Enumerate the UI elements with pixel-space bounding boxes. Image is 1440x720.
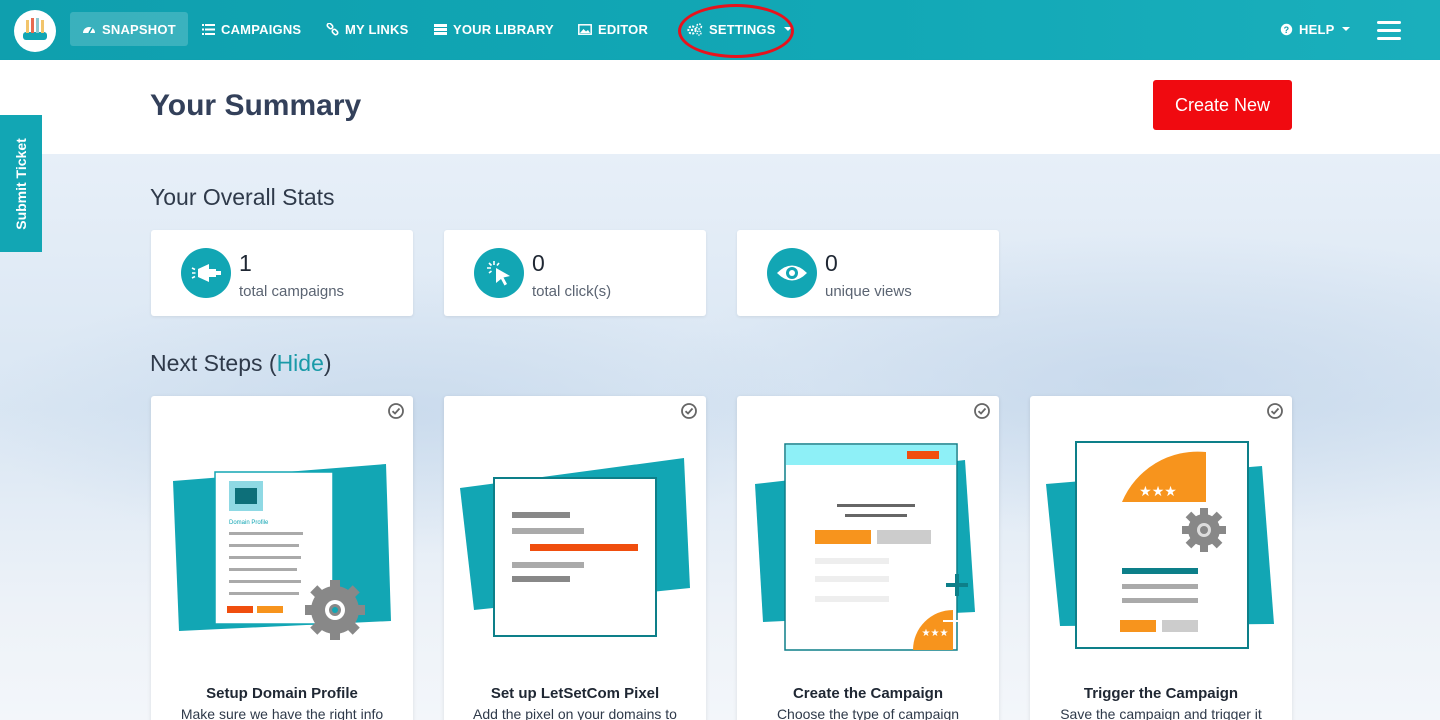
nav-campaigns-label: CAMPAIGNS: [221, 21, 302, 37]
nav-my-links-label: MY LINKS: [345, 21, 409, 37]
stat-card-clicks: 0 total click(s): [444, 230, 706, 316]
nav-editor-label: EDITOR: [598, 21, 649, 37]
step-description: Make sure we have the right info: [180, 706, 384, 720]
svg-text:★★★: ★★★: [1139, 484, 1177, 500]
stat-label: unique views: [825, 283, 912, 300]
nav-snapshot-label: SNAPSHOT: [102, 21, 176, 37]
paren-close: ): [323, 350, 332, 376]
eye-icon: [767, 248, 817, 298]
stat-label: total click(s): [532, 283, 612, 300]
check-circle-icon[interactable]: [973, 402, 991, 420]
library-icon: [434, 23, 447, 35]
stat-card-views: 0 unique views: [737, 230, 999, 316]
question-circle-icon: ?: [1280, 23, 1293, 35]
nav-editor[interactable]: EDITOR: [566, 12, 660, 46]
check-circle-icon[interactable]: [387, 402, 405, 420]
domain-profile-illus-label: Domain Profile: [229, 520, 269, 526]
nav-help[interactable]: ? HELP: [1268, 12, 1362, 46]
trigger-campaign-illustration: ★★★: [1046, 441, 1274, 649]
stat-value: 0: [825, 250, 838, 276]
step-description: Add the pixel on your domains to: [473, 706, 677, 720]
step-title: Setup Domain Profile: [206, 685, 358, 702]
step-card-trigger-campaign[interactable]: ★★★ Trigger the Campaign Save the campai…: [1030, 396, 1292, 720]
image-icon: [578, 23, 592, 35]
hide-next-steps-link[interactable]: Hide: [277, 350, 324, 376]
check-circle-icon[interactable]: [680, 402, 698, 420]
stats-section-title: Your Overall Stats: [150, 184, 335, 210]
step-description: Choose the type of campaign: [776, 706, 960, 720]
svg-text:?: ?: [1284, 25, 1290, 35]
paren-open: (: [268, 350, 277, 376]
dashboard-icon: [83, 27, 95, 34]
step-title: Create the Campaign: [792, 685, 944, 702]
hamburger-menu-icon[interactable]: [1377, 21, 1401, 41]
step-card-pixel[interactable]: Set up LetSetCom Pixel Add the pixel on …: [444, 396, 706, 720]
step-title: Set up LetSetCom Pixel: [490, 685, 660, 702]
summary-header: Your Summary Create New: [0, 60, 1440, 154]
link-icon: [326, 22, 339, 36]
nav-your-library[interactable]: YOUR LIBRARY: [422, 12, 566, 46]
nav-help-label: HELP: [1299, 21, 1335, 37]
check-circle-icon[interactable]: [1266, 402, 1284, 420]
chevron-down-icon: [1342, 27, 1351, 31]
nav-your-library-label: YOUR LIBRARY: [453, 21, 554, 37]
stat-label: total campaigns: [239, 283, 345, 300]
step-description: Save the campaign and trigger it: [1060, 706, 1262, 720]
stat-value: 1: [239, 250, 252, 276]
step-card-domain-profile[interactable]: Domain Profile Setup Domain Profile Make…: [151, 396, 413, 720]
stat-card-campaigns: 1 total campaigns: [151, 230, 413, 316]
annotation-ellipse: [678, 4, 794, 58]
create-new-button[interactable]: Create New: [1153, 80, 1292, 130]
app-logo[interactable]: [14, 10, 56, 52]
pixel-setup-illustration: [460, 458, 690, 637]
nav-my-links[interactable]: MY LINKS: [314, 12, 420, 46]
step-title: Trigger the Campaign: [1083, 685, 1239, 702]
create-campaign-illustration: ★★★: [755, 443, 975, 651]
nav-campaigns[interactable]: CAMPAIGNS: [190, 12, 313, 46]
cursor-click-icon: [474, 248, 524, 298]
step-card-create-campaign[interactable]: ★★★ Create the Campaign Choose the type …: [737, 396, 999, 720]
megaphone-icon: [181, 248, 231, 298]
stat-value: 0: [532, 250, 545, 276]
submit-ticket-label: Submit Ticket: [13, 137, 30, 230]
svg-text:★★★: ★★★: [922, 628, 949, 639]
next-steps-title: Next Steps (Hide): [150, 350, 332, 377]
page-title: Your Summary: [150, 89, 362, 122]
submit-ticket-tab[interactable]: Submit Ticket: [0, 115, 42, 252]
nav-snapshot[interactable]: SNAPSHOT: [70, 12, 188, 46]
list-icon: [202, 23, 215, 35]
next-steps-heading: Next Steps: [150, 350, 263, 376]
logo-icon: [23, 18, 47, 40]
domain-profile-illustration: Domain Profile: [173, 464, 391, 640]
